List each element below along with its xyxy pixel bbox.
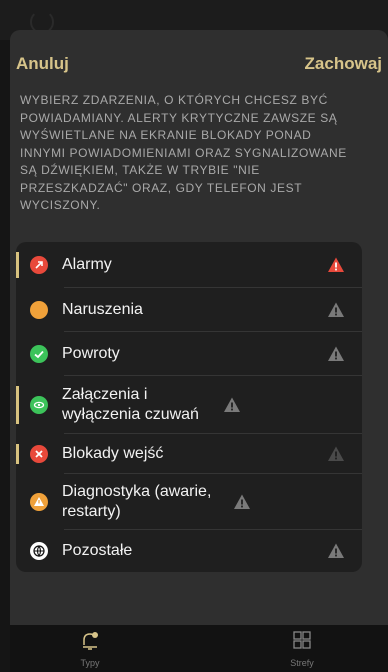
tab-zones[interactable]: Strefy [272, 629, 332, 668]
critical-alert-toggle-icon[interactable] [326, 344, 346, 364]
selection-indicator [16, 386, 19, 424]
event-row[interactable]: Naruszenia [16, 288, 362, 332]
globe-icon [30, 542, 48, 560]
critical-alert-toggle-icon[interactable] [326, 541, 346, 561]
event-row[interactable]: Alarmy [16, 242, 362, 288]
event-row[interactable]: Blokady wejść [16, 434, 362, 474]
event-label: Powroty [62, 345, 120, 362]
critical-alert-toggle-icon[interactable] [326, 255, 346, 275]
selection-indicator [16, 444, 19, 464]
event-label: Naruszenia [62, 301, 143, 318]
event-label: Diagnostyka (awarie, restarty) [62, 483, 212, 520]
event-label: Załączenia i wyłączenia czuwań [62, 386, 199, 423]
tab-types-label: Typy [80, 658, 100, 668]
selection-indicator [16, 252, 19, 278]
critical-alert-toggle-icon[interactable] [326, 300, 346, 320]
save-button[interactable]: Zachowaj [305, 54, 382, 74]
event-row[interactable]: Pozostałe [16, 530, 362, 572]
critical-alert-toggle-icon[interactable] [326, 444, 346, 464]
critical-alert-toggle-icon[interactable] [222, 395, 242, 415]
rocket-icon [30, 256, 48, 274]
eye-icon [30, 396, 48, 414]
event-row[interactable]: Załączenia i wyłączenia czuwań [16, 376, 362, 434]
tab-zones-label: Strefy [290, 658, 314, 668]
critical-alert-toggle-icon[interactable] [232, 492, 252, 512]
info-text: WYBIERZ ZDARZENIA, O KTÓRYCH CHCESZ BYĆ … [20, 93, 347, 212]
event-label: Alarmy [62, 256, 112, 273]
event-row[interactable]: Powroty [16, 332, 362, 376]
cancel-button[interactable]: Anuluj [16, 54, 69, 74]
event-label: Pozostałe [62, 542, 133, 559]
event-label: Blokady wejść [62, 445, 164, 462]
warning-icon [30, 493, 48, 511]
check-icon [30, 345, 48, 363]
tab-types[interactable]: Typy [60, 629, 120, 668]
event-list: Alarmy Naruszenia Powroty Załączenia i wyłą… [16, 242, 362, 572]
grid-icon [293, 631, 311, 649]
x-icon [30, 445, 48, 463]
dot-icon [30, 301, 48, 319]
event-row[interactable]: Diagnostyka (awarie, restarty) [16, 474, 362, 530]
tab-bar: Typy Strefy [10, 625, 388, 672]
bell-icon [83, 632, 98, 650]
